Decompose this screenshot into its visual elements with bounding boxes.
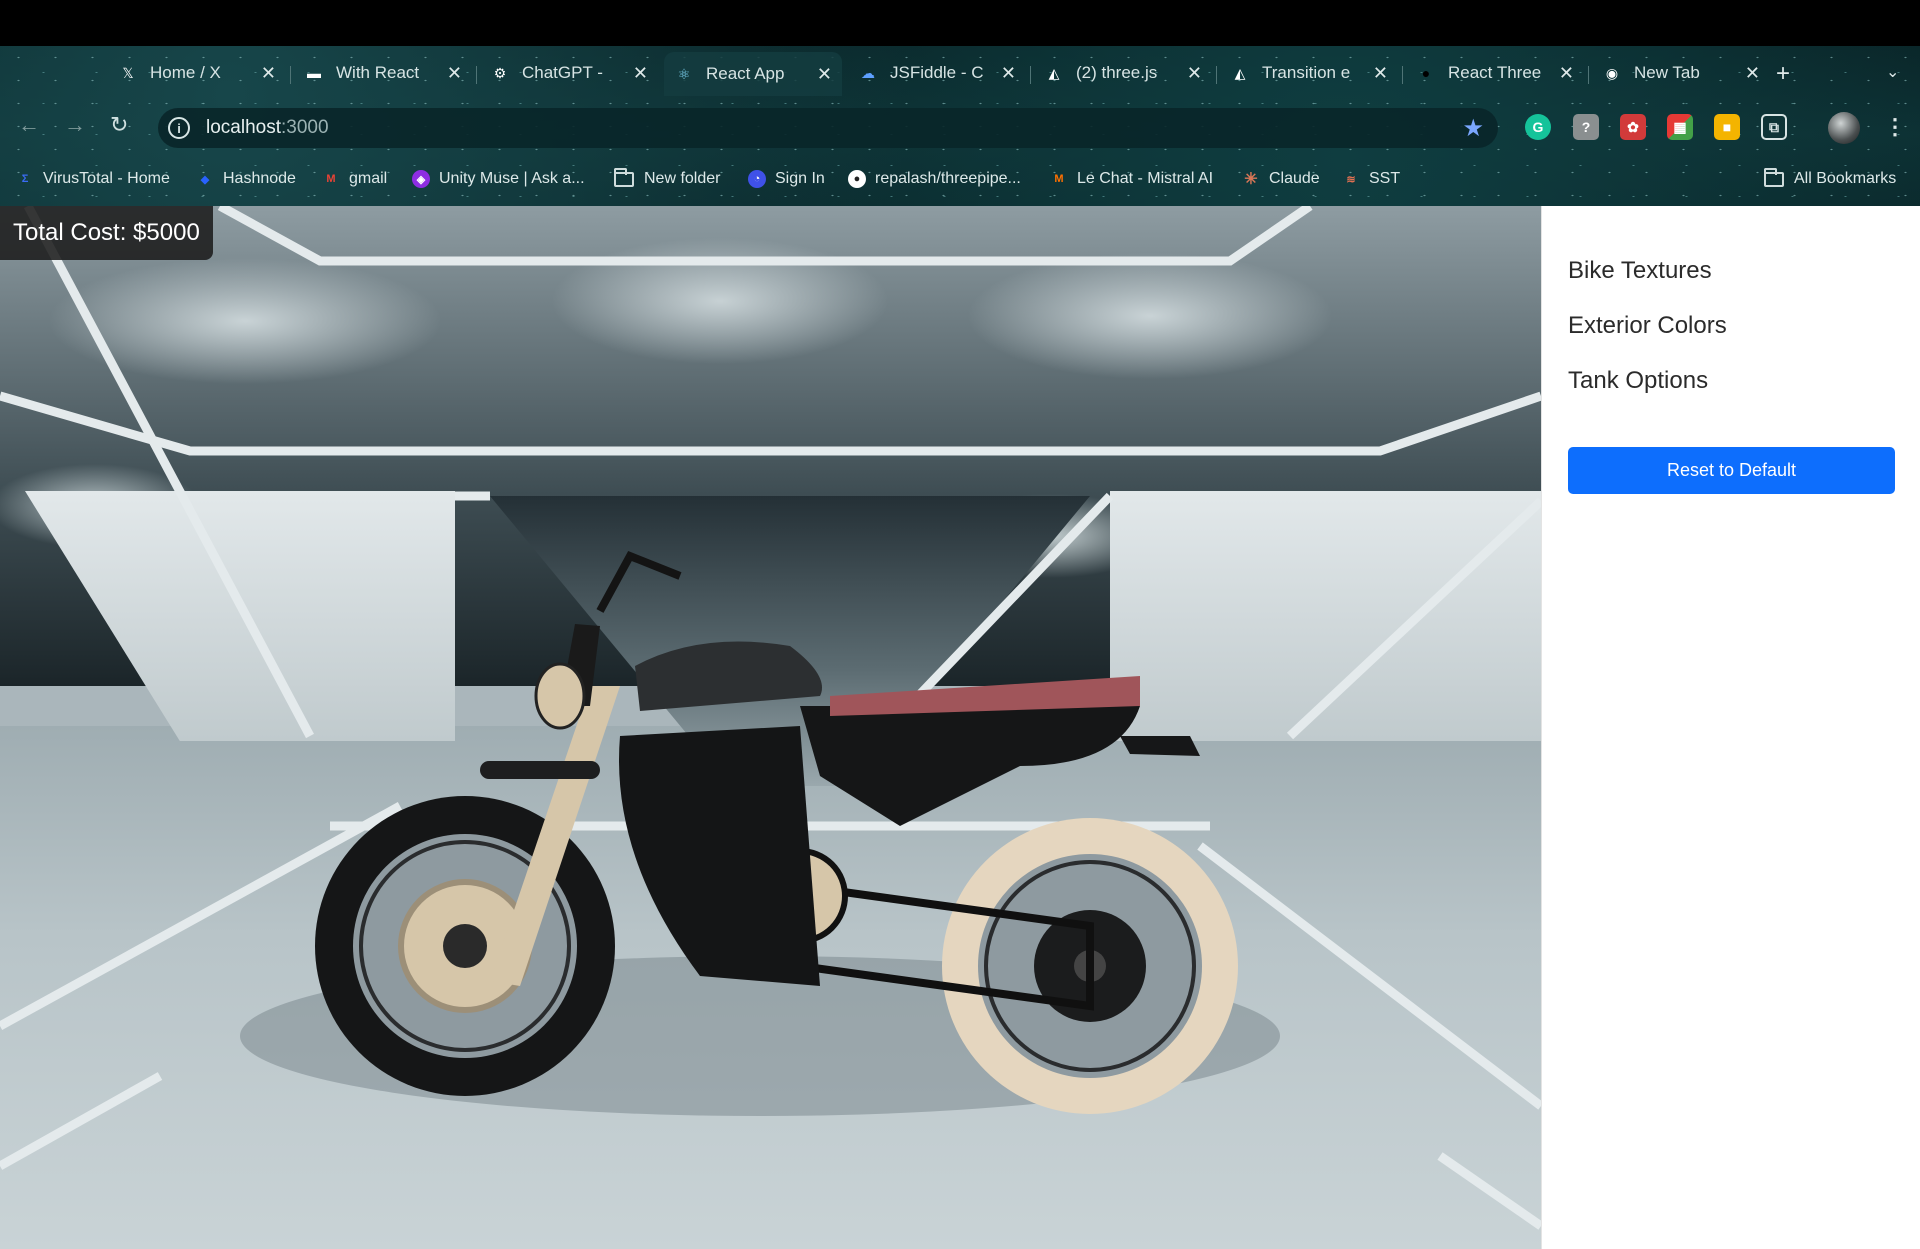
tab-title: ChatGPT - [522,63,603,82]
jsfiddle-icon: ☁ [861,64,875,81]
close-icon[interactable]: ✕ [1559,63,1574,84]
bookmark-new-folder[interactable]: New folder [614,167,720,188]
claude-icon: ✳ [1244,171,1258,188]
close-icon[interactable]: ✕ [1373,63,1388,84]
toolbar: ← → ↻ i localhost:3000 ★ G ? ✿ ▦ ■ ⧉ ⋮ [0,102,1920,154]
tab-title: React Three [1448,63,1542,82]
tab-title: With React [336,63,420,82]
close-icon[interactable]: ✕ [1001,63,1016,84]
bookmarks-bar: Σ VirusTotal - Home ◆ Hashnode M gmail ◈… [0,156,1920,204]
reload-icon[interactable]: ↻ [110,112,128,138]
folder-icon [1764,167,1784,187]
bookmark-sst[interactable]: ≋ SST [1342,170,1400,188]
circle-icon: ● [1421,65,1431,81]
site-info-icon[interactable]: i [168,117,190,139]
close-icon[interactable]: ✕ [261,63,276,84]
back-arrow-icon[interactable]: ← [18,112,40,138]
front-wheel [315,796,615,1096]
close-icon[interactable]: ✕ [1187,63,1202,84]
folder-icon [614,167,634,187]
tab-title: React App [706,64,785,83]
extension-red-icon[interactable]: ✿ [1620,114,1646,140]
close-icon[interactable]: ✕ [817,64,832,85]
bookmark-hashnode[interactable]: ◆ Hashnode [196,170,296,188]
bookmark-virustotal[interactable]: Σ VirusTotal - Home [16,170,170,188]
tab-threejs[interactable]: ◭ (2) three.js ✕ [1034,56,1212,90]
bookmark-mistral[interactable]: M Le Chat - Mistral AI [1050,170,1213,188]
site-icon: ▬ [307,65,321,81]
bookmark-sign-in[interactable]: ◔ Sign In [748,170,825,188]
x-logo-icon: 𝕏 [122,64,134,81]
tab-react-app[interactable]: ⚛ React App ✕ [664,52,842,96]
bookmark-claude[interactable]: ✳ Claude [1242,170,1319,188]
tab-title: (2) three.js [1076,63,1158,82]
chatgpt-icon: ⚙ [493,64,507,81]
forward-arrow-icon[interactable]: → [64,112,86,138]
exterior-colors-option[interactable]: Exterior Colors [1568,312,1727,340]
virustotal-icon: Σ [21,173,29,185]
3d-viewport[interactable]: Total Cost: $5000 [0,206,1541,1249]
menu-kebab-icon[interactable]: ⋮ [1884,114,1906,140]
reset-to-default-button[interactable]: Reset to Default [1568,447,1895,494]
new-tab-plus-icon[interactable]: + [1776,60,1790,88]
tab-transition[interactable]: ◭ Transition e ✕ [1220,56,1398,90]
close-icon[interactable]: ✕ [447,63,462,84]
grammarly-icon[interactable]: G [1525,114,1551,140]
tab-chatgpt[interactable]: ⚙ ChatGPT - ✕ [480,56,658,90]
extension-color-icon[interactable]: ▦ [1667,114,1693,140]
options-sidebar: Bike Textures Exterior Colors Tank Optio… [1541,206,1920,1249]
close-icon[interactable]: ✕ [633,63,648,84]
bookmark-star-icon[interactable]: ★ [1462,114,1484,143]
tab-title: Transition e [1262,63,1351,82]
tank-options-option[interactable]: Tank Options [1568,367,1708,395]
motorcycle-model[interactable] [0,206,1541,1249]
bookmark-all-bookmarks[interactable]: All Bookmarks [1764,167,1896,188]
tab-with-react[interactable]: ▬ With React ✕ [294,56,472,90]
profile-avatar[interactable] [1828,112,1860,144]
keep-notes-icon[interactable]: ■ [1714,114,1740,140]
total-cost-badge: Total Cost: $5000 [0,206,213,260]
chrome-icon: ◉ [1605,64,1619,81]
tab-jsfiddle[interactable]: ☁ JSFiddle - C ✕ [848,56,1026,90]
chevron-down-icon[interactable]: ⌄ [1886,62,1899,82]
tab-title: New Tab [1634,63,1700,82]
tab-title: JSFiddle - C [890,63,984,82]
tab-react-three[interactable]: ● React Three ✕ [1406,56,1584,90]
github-icon: ● [848,170,866,188]
hashnode-icon: ◆ [200,173,210,186]
react-icon: ⚛ [677,65,691,82]
close-icon[interactable]: ✕ [1745,63,1760,84]
unknown-extension-icon[interactable]: ? [1573,114,1599,140]
tab-home-x[interactable]: 𝕏 Home / X ✕ [108,56,286,90]
address-bar[interactable]: i localhost:3000 ★ [158,108,1498,148]
threejs-icon: ◭ [1048,64,1060,81]
tab-title: Home / X [150,63,221,82]
bookmark-unity-muse[interactable]: ◈ Unity Muse | Ask a... [412,170,585,188]
tab-strip: 𝕏 Home / X ✕ ▬ With React ✕ ⚙ ChatGPT - … [0,46,1920,102]
unity-muse-icon: ◈ [412,170,430,188]
sign-in-icon: ◔ [748,170,766,188]
threejs-icon: ◭ [1234,64,1246,81]
bookmark-github-threepipe[interactable]: ● repalash/threepipe... [848,170,1021,188]
extensions-puzzle-icon[interactable]: ⧉ [1761,114,1787,140]
sst-icon: ≋ [1346,173,1356,186]
url-text: localhost:3000 [206,117,329,138]
tab-new-tab[interactable]: ◉ New Tab ✕ [1592,56,1770,90]
gmail-icon: M [326,173,336,185]
browser-chrome: 𝕏 Home / X ✕ ▬ With React ✕ ⚙ ChatGPT - … [0,46,1920,206]
screen-top-bar [0,0,1920,46]
bookmark-gmail[interactable]: M gmail [322,170,387,188]
mistral-icon: M [1054,173,1064,185]
bike-textures-option[interactable]: Bike Textures [1568,257,1712,285]
